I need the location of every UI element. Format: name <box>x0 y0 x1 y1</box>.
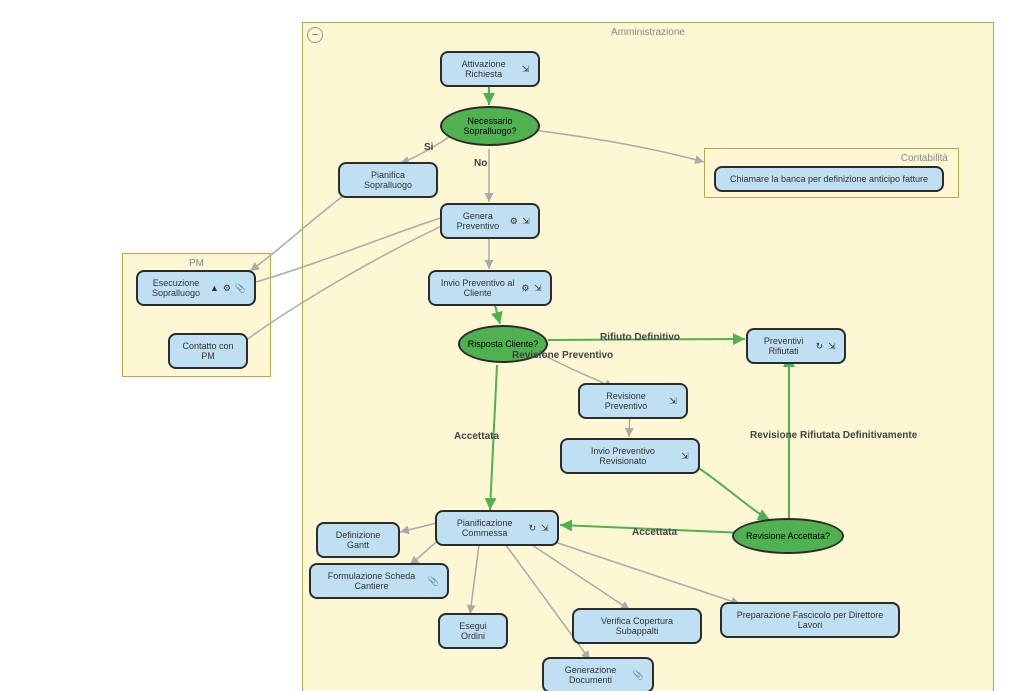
edge-label-no: No <box>474 158 487 169</box>
diagram-canvas: − Amministrazione PM Contabilità <box>0 0 1030 691</box>
node-label: Esecuzione Sopralluogo <box>146 278 206 298</box>
node-generazione-documenti[interactable]: Generazione Documenti <box>542 657 654 691</box>
edge-label-rifiuto: Rifiuto Definitivo <box>600 332 680 343</box>
node-pianifica-sopralluogo[interactable]: Pianifica Sopralluogo <box>338 162 438 198</box>
node-label: Formulazione Scheda Cantiere <box>319 571 424 591</box>
node-label: Revisione Preventivo <box>588 391 664 411</box>
node-definizione-gantt[interactable]: Definizione Gantt <box>316 522 400 558</box>
collapse-icon[interactable]: − <box>307 27 323 43</box>
node-revisione-preventivo[interactable]: Revisione Preventivo <box>578 383 688 419</box>
node-label: Invio Preventivo al Cliente <box>438 278 517 298</box>
node-label: Pianifica Sopralluogo <box>348 170 428 190</box>
node-esecuzione-sopralluogo[interactable]: Esecuzione Sopralluogo <box>136 270 256 306</box>
node-invio-preventivo[interactable]: Invio Preventivo al Cliente <box>428 270 552 306</box>
node-label: Genera Preventivo <box>450 211 506 231</box>
node-esegui-ordini[interactable]: Esegui Ordini <box>438 613 508 649</box>
edge-label-revisione: Revisione Preventivo <box>512 350 613 361</box>
node-verifica-subappalti[interactable]: Verifica Copertura Subappalti <box>572 608 702 644</box>
node-formulazione-scheda[interactable]: Formulazione Scheda Cantiere <box>309 563 449 599</box>
warning-icon <box>210 283 219 294</box>
node-label: Chiamare la banca per definizione antici… <box>730 174 928 184</box>
attachment-icon <box>633 670 644 681</box>
gear-icon <box>521 283 529 294</box>
lane-label-admin: Amministrazione <box>611 27 685 38</box>
node-genera-preventivo[interactable]: Genera Preventivo <box>440 203 540 239</box>
node-preventivi-rifiutati[interactable]: Preventivi Rifiutati <box>746 328 846 364</box>
node-label: Generazione Documenti <box>552 665 629 685</box>
lane-label-pm: PM <box>189 258 204 269</box>
subprocess-icon <box>680 451 690 462</box>
node-label: Definizione Gantt <box>326 530 390 550</box>
decision-revisione-accettata[interactable]: Revisione Accettata? <box>732 518 844 554</box>
node-label: Pianificazione Commessa <box>445 518 524 538</box>
node-attivazione-richiesta[interactable]: Attivazione Richiesta <box>440 51 540 87</box>
loop-icon <box>815 341 823 352</box>
node-label: Invio Preventivo Revisionato <box>570 446 676 466</box>
gear-icon <box>223 283 231 294</box>
edge-label-si: Si <box>424 142 433 153</box>
node-label: Verifica Copertura Subappalti <box>582 616 692 636</box>
attachment-icon <box>235 283 246 294</box>
edge-label-accettata2: Accettata <box>632 527 677 538</box>
node-contatto-pm[interactable]: Contatto con PM <box>168 333 248 369</box>
edge-label-rev-rifiutata: Revisione Rifiutata Definitivamente <box>750 430 917 441</box>
subprocess-icon <box>541 523 549 534</box>
subprocess-icon <box>521 64 530 75</box>
node-invio-revisionato[interactable]: Invio Preventivo Revisionato <box>560 438 700 474</box>
edge-label-accettata: Accettata <box>454 431 499 442</box>
gear-icon <box>510 216 518 227</box>
lane-label-cont: Contabilità <box>901 153 948 164</box>
subprocess-icon <box>668 396 678 407</box>
subprocess-icon <box>828 341 836 352</box>
node-preparazione-fascicolo[interactable]: Preparazione Fascicolo per Direttore Lav… <box>720 602 900 638</box>
node-pianificazione-commessa[interactable]: Pianificazione Commessa <box>435 510 559 546</box>
node-label: Necessario Sopralluogo? <box>442 116 538 136</box>
node-chiamare-banca[interactable]: Chiamare la banca per definizione antici… <box>714 166 944 192</box>
loop-icon <box>528 523 536 534</box>
node-label: Contatto con PM <box>178 341 238 361</box>
subprocess-icon <box>534 283 542 294</box>
node-label: Risposta Cliente? <box>468 339 539 349</box>
node-label: Preparazione Fascicolo per Direttore Lav… <box>730 610 890 630</box>
attachment-icon <box>428 576 439 587</box>
subprocess-icon <box>522 216 530 227</box>
decision-necessario-sopralluogo[interactable]: Necessario Sopralluogo? <box>440 106 540 146</box>
node-label: Preventivi Rifiutati <box>756 336 811 356</box>
node-label: Attivazione Richiesta <box>450 59 517 79</box>
node-label: Revisione Accettata? <box>746 531 830 541</box>
node-label: Esegui Ordini <box>448 621 498 641</box>
